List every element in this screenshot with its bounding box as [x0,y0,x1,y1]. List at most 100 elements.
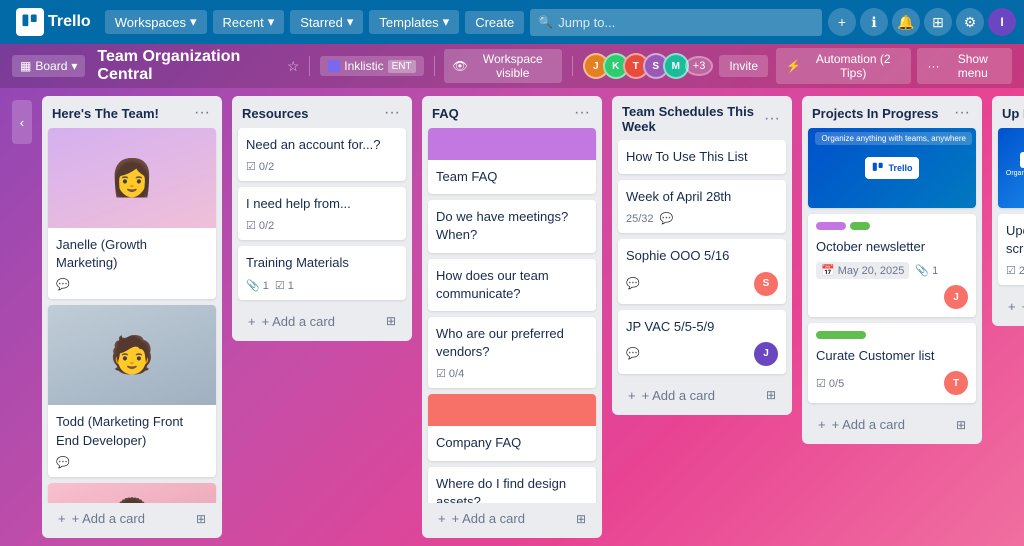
nav-right: + ℹ 🔔 ⊞ ⚙ I [828,8,1016,36]
card-curate-customer[interactable]: Curate Customer list ☑ 0/5 T [808,323,976,403]
card-footer-jp-vac: 💬 J [626,342,778,366]
list-header-resources: Resources ··· [232,96,412,128]
plus-button[interactable]: + [828,8,856,36]
invite-button[interactable]: Invite [719,55,768,77]
user-avatar[interactable]: I [988,8,1016,36]
list-cards-team: 👩 Janelle (Growth Marketing) 💬 🧑 Todd (M… [42,128,222,503]
list-up-next: Up Next ··· Trello Organize anything wit… [992,96,1024,326]
card-title-training: Training Materials [246,254,398,272]
add-card-schedules[interactable]: + + Add a card ⊞ [618,382,786,409]
card-team-faq[interactable]: Team FAQ [428,128,596,194]
visibility-button[interactable]: 👁 Workspace visible [444,49,561,83]
show-menu-button[interactable]: ··· Show menu [917,48,1012,84]
avatar-sophie: S [754,272,778,296]
avatar-newsletter: J [944,285,968,309]
card-title-design: Where do I find design assets? [436,475,588,504]
member-count[interactable]: +3 [685,56,714,76]
templates-button[interactable]: Templates ▾ [369,10,459,34]
starred-button[interactable]: Starred ▾ [290,10,363,34]
card-title-how-to-use: How To Use This List [626,148,778,166]
list-team: Here's The Team! ··· 👩 Janelle (Growth M… [42,96,222,538]
avatar-jp: J [754,342,778,366]
add-card-faq[interactable]: + + Add a card ⊞ [428,505,596,532]
add-card-resources[interactable]: + + Add a card ⊞ [238,308,406,335]
board-header-left: ▦ Board ▾ Team Organization Central ☆ In… [12,48,768,84]
search-container: 🔍 [530,9,822,36]
card-footer-sophie-ooo: 💬 S [626,272,778,296]
apps-button[interactable]: ⊞ [924,8,952,36]
card-title-newsletter: October newsletter [816,238,968,256]
card-account[interactable]: Need an account for...? ☑ 0/2 [238,128,406,181]
workspace-icon [328,60,340,72]
trello-image-up-next: Trello Organize anything with teams Go f… [998,128,1024,208]
card-help[interactable]: I need help from... ☑ 0/2 [238,187,406,240]
list-header-schedules: Team Schedules This Week ··· [612,96,792,140]
card-janelle[interactable]: 👩 Janelle (Growth Marketing) 💬 [48,128,216,299]
card-trello-promo[interactable]: Trello Organize anything with teams, any… [808,128,976,208]
list-cards-up-next: Trello Organize anything with teams Go f… [992,128,1024,291]
card-communicate[interactable]: How does our team communicate? [428,259,596,311]
card-vendors[interactable]: Who are our preferred vendors? ☑ 0/4 [428,317,596,388]
recent-button[interactable]: Recent ▾ [213,10,285,34]
card-meetings[interactable]: Do we have meetings? When? [428,200,596,252]
card-title-janelle: Janelle (Growth Marketing) [56,236,208,272]
list-cards-schedules: How To Use This List Week of April 28th … [612,140,792,380]
card-sophie-ooo[interactable]: Sophie OOO 5/16 💬 S [618,239,786,303]
card-update-app[interactable]: Update App/PlayStore screenshots ☑ 2 [998,214,1024,285]
notifications-button[interactable]: 🔔 [892,8,920,36]
top-nav: Trello Workspaces ▾ Recent ▾ Starred ▾ T… [0,0,1024,44]
info-button[interactable]: ℹ [860,8,888,36]
date-badge-newsletter: 📅 May 20, 2025 [816,262,909,279]
divider3 [572,56,573,76]
person-image-3: 👩‍🦱 [48,483,216,503]
list-menu-resources[interactable]: ··· [382,104,402,122]
add-card-in-progress[interactable]: + + Add a card ⊞ [808,411,976,438]
card-footer-training: 📎 1 ☑ 1 [246,279,398,292]
workspaces-button[interactable]: Workspaces ▾ [105,10,207,34]
automation-button[interactable]: ⚡ Automation (2 Tips) [776,48,911,84]
board-header-right: ⚡ Automation (2 Tips) ··· Show menu [776,48,1012,84]
add-card-icons-team: ⊞ [196,512,206,526]
person-image-todd: 🧑 [48,305,216,405]
card-title-help: I need help from... [246,195,398,213]
star-button[interactable]: ☆ [287,58,300,75]
list-menu-in-progress[interactable]: ··· [952,104,972,122]
card-title-week-april: Week of April 28th [626,188,778,206]
card-title-update-app: Update App/PlayStore screenshots [1006,222,1024,258]
card-title-vendors: Who are our preferred vendors? [436,325,588,361]
card-week-april[interactable]: Week of April 28th 25/32 💬 [618,180,786,233]
add-card-up-next[interactable]: + + Add a card ⊞ [998,293,1024,320]
list-menu-faq[interactable]: ··· [572,104,592,122]
card-jp-vac[interactable]: JP VAC 5/5-5/9 💬 J [618,310,786,374]
card-design[interactable]: Where do I find design assets? [428,467,596,504]
list-menu-team[interactable]: ··· [192,104,212,122]
add-card-team[interactable]: + + Add a card ⊞ [48,505,216,532]
card-october-newsletter[interactable]: October newsletter 📅 May 20, 2025 📎 1 J [808,214,976,317]
search-icon: 🔍 [538,15,553,29]
board-view-button[interactable]: ▦ Board ▾ [12,55,85,77]
card-todd[interactable]: 🧑 Todd (Marketing Front End Developer) 💬 [48,305,216,476]
card-how-to-use[interactable]: How To Use This List [618,140,786,174]
settings-button[interactable]: ⚙ [956,8,984,36]
comment-badge-todd: 💬 [56,456,70,469]
list-faq: FAQ ··· Team FAQ Do we have meetings? Wh… [422,96,602,538]
list-cards-faq: Team FAQ Do we have meetings? When? How … [422,128,602,503]
list-menu-schedules[interactable]: ··· [762,110,782,128]
create-button[interactable]: Create [465,11,524,34]
label-row-newsletter [816,222,968,234]
card-person3[interactable]: 👩‍🦱 [48,483,216,503]
list-header-faq: FAQ ··· [422,96,602,128]
checklist-badge-training: ☑ 1 [275,279,294,292]
card-training[interactable]: Training Materials 📎 1 ☑ 1 [238,246,406,299]
card-footer-todd: 💬 [56,456,208,469]
board-content: ‹ Here's The Team! ··· 👩 Janelle (Growth… [0,88,1024,546]
divider [309,56,310,76]
card-title-curate: Curate Customer list [816,347,968,365]
trello-logo[interactable]: Trello [8,8,99,36]
collapse-sidebar-button[interactable]: ‹ [12,100,32,144]
search-input[interactable] [530,9,822,36]
list-header-in-progress: Projects In Progress ··· [802,96,982,128]
card-trello-promo2[interactable]: Trello Organize anything with teams Go f… [998,128,1024,208]
avatar-curate: T [944,371,968,395]
card-company-faq[interactable]: Company FAQ [428,394,596,460]
